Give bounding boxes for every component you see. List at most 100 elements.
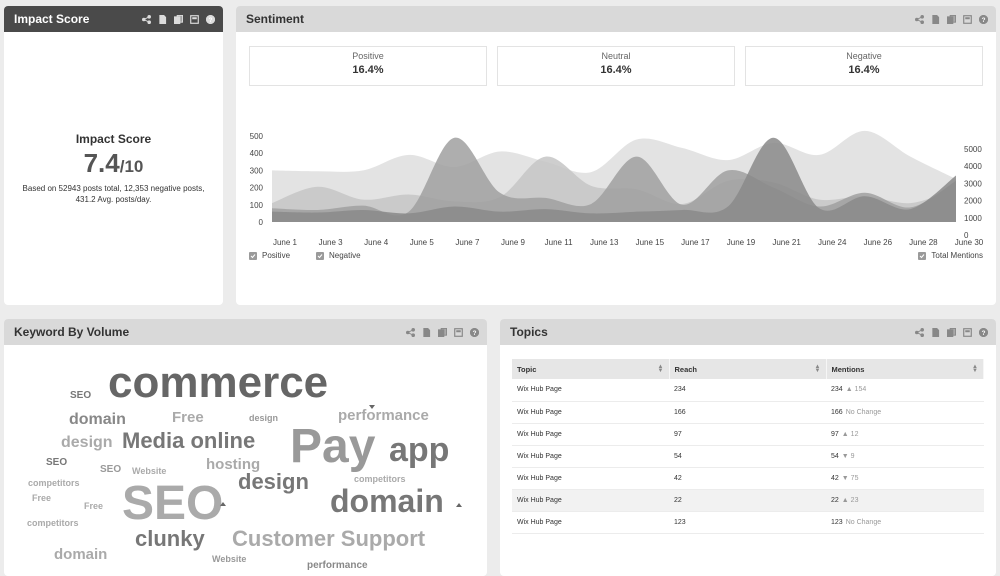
keyword-word[interactable]: Pay [290,423,375,471]
keyword-word[interactable]: hosting [206,457,260,472]
keyword-word[interactable]: design [238,471,309,493]
document-icon[interactable] [158,14,167,24]
keyword-word[interactable]: competitors [28,479,80,488]
trend-down-icon [369,405,375,409]
legend-negative[interactable]: Negative [316,251,361,260]
fullscreen-icon[interactable] [963,14,972,24]
cell-reach: 166 [669,401,826,424]
help-icon[interactable]: ? [470,327,479,337]
y-tick-left: 300 [250,166,264,175]
cell-reach: 54 [669,445,826,468]
y-tick-left: 200 [250,184,264,193]
fullscreen-icon[interactable] [190,14,199,24]
cell-reach: 234 [669,379,826,402]
keyword-word[interactable]: Free [172,410,204,425]
svg-text:?: ? [473,329,477,336]
document-icon[interactable] [931,327,940,337]
keyword-word[interactable]: Media online [122,430,255,452]
export-icon[interactable] [947,327,956,337]
trend-up-icon [456,503,462,507]
help-icon[interactable]: ? [206,14,215,24]
sort-icon[interactable]: ▲ ▼ [658,364,664,374]
table-row[interactable]: Wix Hub Page 54 54 ▼ 9 [512,445,984,468]
impact-score-panel: Impact Score ? Impact Score 7.4/10 Based… [4,6,223,305]
keyword-word[interactable]: domain [69,412,126,428]
column-header-topic[interactable]: Topic ▲ ▼ [512,359,670,379]
panel-title: Sentiment [246,12,305,26]
x-tick-label: June 21 [772,238,801,247]
keyword-word[interactable]: SEO [122,480,223,528]
help-icon[interactable]: ? [979,327,988,337]
keyword-word[interactable]: Customer Support [232,528,425,550]
svg-text:?: ? [209,16,213,23]
keyword-word[interactable]: SEO [100,465,121,475]
panel-header: Keyword By Volume ? [4,319,487,345]
share-icon[interactable] [406,327,415,337]
document-icon[interactable] [931,14,940,24]
svg-text:?: ? [982,16,986,23]
checkbox-icon[interactable] [918,251,927,260]
y-tick-left: 500 [250,132,264,141]
table-row[interactable]: Wix Hub Page 42 42 ▼ 75 [512,467,984,490]
keyword-word[interactable]: performance [338,408,429,423]
keyword-word[interactable]: SEO [46,458,67,468]
fullscreen-icon[interactable] [963,327,972,337]
change-indicator: ▲ 12 [841,430,859,438]
keyword-word[interactable]: Free [84,502,103,511]
document-icon[interactable] [422,327,431,337]
keyword-word[interactable]: performance [307,561,368,571]
checkbox-icon[interactable] [316,251,324,260]
keyword-word[interactable]: Website [132,467,166,476]
column-header-reach[interactable]: Reach ▲ ▼ [669,359,827,379]
keyword-word[interactable]: design [249,414,278,423]
legend-total-mentions[interactable]: Total Mentions [918,251,983,260]
column-header-mentions[interactable]: Mentions ▲ ▼ [826,359,984,379]
x-tick-label: June 3 [319,238,344,247]
y-tick-right: 1000 [964,214,982,223]
keyword-word[interactable]: SEO [70,391,91,401]
kpi-negative: Negative 16.4% [745,46,983,86]
x-tick-label: June 26 [864,238,893,247]
impact-body: Impact Score 7.4/10 Based on 52943 posts… [4,32,223,305]
export-icon[interactable] [174,14,183,24]
kpi-value: 16.4% [600,64,632,76]
table-row[interactable]: Wix Hub Page 234 234 ▲ 154 [512,379,984,402]
keyword-word[interactable]: domain [330,485,444,517]
share-icon[interactable] [915,14,924,24]
sort-icon[interactable]: ▲ ▼ [972,364,978,374]
y-tick-right: 5000 [964,145,982,154]
keyword-word[interactable]: commerce [108,361,328,405]
keyword-word[interactable]: competitors [354,475,406,484]
panel-header: Impact Score ? [4,6,223,32]
y-tick-right: 3000 [964,179,982,188]
change-indicator: ▲ 154 [845,386,867,394]
keyword-word[interactable]: app [389,433,449,467]
keyword-panel: Keyword By Volume ? commerce Pay app SEO dom… [4,319,487,576]
legend-label: Negative [329,251,361,260]
legend-positive[interactable]: Positive [249,251,290,260]
keyword-word[interactable]: domain [54,547,107,562]
keyword-word[interactable]: clunky [135,528,205,550]
table-row[interactable]: Wix Hub Page 22 22 ▲ 23 [512,489,984,512]
checkbox-icon[interactable] [249,251,257,260]
export-icon[interactable] [438,327,447,337]
share-icon[interactable] [142,14,151,24]
panel-title: Keyword By Volume [14,325,130,339]
table-row[interactable]: Wix Hub Page 166 166 No Change [512,401,984,424]
sort-icon[interactable]: ▲ ▼ [815,364,821,374]
help-icon[interactable]: ? [979,14,988,24]
table-row[interactable]: Wix Hub Page 97 97 ▲ 12 [512,423,984,446]
keyword-word[interactable]: competitors [27,519,79,528]
keyword-word[interactable]: design [61,435,113,451]
keyword-word[interactable]: Website [212,555,246,564]
export-icon[interactable] [947,14,956,24]
cell-mentions: 22 ▲ 23 [826,489,984,512]
keyword-word[interactable]: Free [32,494,51,503]
table-row[interactable]: Wix Hub Page 123 123 No Change [512,511,984,534]
y-tick-left: 400 [250,149,264,158]
share-icon[interactable] [915,327,924,337]
fullscreen-icon[interactable] [454,327,463,337]
kpi-value: 16.4% [352,64,384,76]
x-tick-label: June 13 [590,238,619,247]
panel-title: Topics [510,325,548,339]
